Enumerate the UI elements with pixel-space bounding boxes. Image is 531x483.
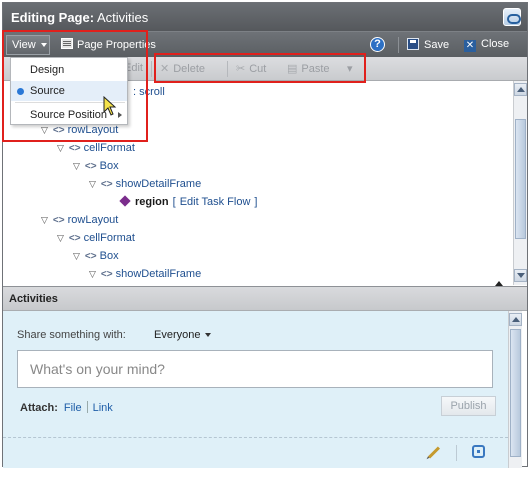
activities-section-header: Activities <box>3 286 527 311</box>
component-tag-icon: <> <box>52 215 65 226</box>
page-editor-window: Editing Page: Activities View Page Prope… <box>2 2 528 468</box>
scroll-up-icon[interactable] <box>509 313 522 326</box>
dashed-divider <box>3 437 508 438</box>
refresh-icon[interactable] <box>472 445 485 458</box>
tree-node[interactable]: ▽ <> cellFormat <box>57 142 135 154</box>
tree-node-label: region <box>135 196 169 208</box>
component-tag-icon: <> <box>68 233 81 244</box>
scrollbar-thumb[interactable] <box>515 119 526 239</box>
editbar-divider <box>151 61 152 77</box>
component-tag-icon: <> <box>84 251 97 262</box>
title-prefix: Editing Page: <box>11 10 95 25</box>
highlight-box-edit-toolbar <box>154 53 366 83</box>
scrollbar-thumb[interactable] <box>510 329 521 457</box>
bracket: [ <box>172 196 176 208</box>
publish-button[interactable]: Publish <box>441 396 496 416</box>
component-tag-icon: <> <box>100 269 113 280</box>
attach-row: Attach: File Link <box>20 401 113 414</box>
tree-node[interactable]: ▽ <> Box <box>73 250 119 262</box>
attach-label: Attach: <box>20 402 58 414</box>
activity-stream-panel: Share something with: Everyone What's on… <box>3 311 508 468</box>
attach-link-link[interactable]: Link <box>93 402 113 414</box>
edit-task-flow-link[interactable]: Edit Task Flow <box>180 196 251 208</box>
component-tag-icon: <> <box>100 179 113 190</box>
toolbar-divider <box>398 37 399 53</box>
tree-node-label: Box <box>99 250 119 262</box>
share-audience-dropdown[interactable]: Everyone <box>154 329 212 341</box>
tree-node-region[interactable]: region[ Edit Task Flow] <box>119 195 261 208</box>
bracket: ] <box>254 196 258 208</box>
attach-file-link[interactable]: File <box>64 402 82 414</box>
tree-scrollbar[interactable] <box>513 81 527 285</box>
share-audience-value: Everyone <box>154 329 201 341</box>
tree-node-label: showDetailFrame <box>115 178 202 190</box>
close-button[interactable]: ✕ Close <box>464 38 509 52</box>
tree-node[interactable]: ▽ <> Box <box>73 160 119 172</box>
expand-toggle-icon[interactable]: ▽ <box>89 269 96 279</box>
expand-toggle-icon[interactable]: ▽ <box>41 215 48 225</box>
save-button[interactable]: Save <box>407 38 449 51</box>
expand-toggle-icon[interactable]: ▽ <box>73 161 80 171</box>
icon-divider <box>456 445 457 461</box>
close-icon: ✕ <box>464 40 476 52</box>
tree-node-label: showDetailFrame <box>115 268 202 280</box>
close-label: Close <box>481 38 510 50</box>
expand-toggle-icon[interactable]: ▽ <box>89 179 96 189</box>
tree-node[interactable]: ▽ <> showDetailFrame <box>89 268 201 280</box>
activities-title: Activities <box>9 293 58 305</box>
component-tag-icon: <> <box>84 161 97 172</box>
tree-node[interactable]: ▽ <> rowLayout <box>41 214 118 226</box>
share-label: Share something with: <box>17 329 126 341</box>
pencil-icon[interactable] <box>427 446 441 459</box>
tree-node-label: cellFormat <box>83 142 135 154</box>
save-label: Save <box>424 39 450 51</box>
region-icon <box>119 195 131 207</box>
component-tag-icon: <> <box>68 143 81 154</box>
window-title: Editing Page: Activities <box>11 10 148 25</box>
tree-node-label: rowLayout <box>67 214 119 226</box>
status-input[interactable]: What's on your mind? <box>17 350 493 388</box>
scroll-down-icon[interactable] <box>514 269 527 282</box>
oracle-logo-icon <box>503 8 521 26</box>
expand-toggle-icon[interactable]: ▽ <box>57 143 64 153</box>
expand-toggle-icon[interactable]: ▽ <box>57 233 64 243</box>
expand-toggle-icon[interactable]: ▽ <box>73 251 80 261</box>
tree-node-label: Box <box>99 160 119 172</box>
scroll-up-icon[interactable] <box>514 83 527 96</box>
save-icon <box>407 38 419 50</box>
activities-scrollbar[interactable] <box>508 311 522 468</box>
help-icon[interactable]: ? <box>370 37 385 52</box>
tree-node-label: cellFormat <box>83 232 135 244</box>
attach-divider <box>86 401 88 413</box>
tree-node[interactable]: ▽ <> showDetailFrame <box>89 178 201 190</box>
title-bar: Editing Page: Activities <box>3 3 527 31</box>
highlight-box-view-menu <box>2 30 148 142</box>
chevron-down-icon <box>205 333 212 338</box>
title-page-name: Activities <box>96 10 149 25</box>
tree-node[interactable]: ▽ <> cellFormat <box>57 232 135 244</box>
